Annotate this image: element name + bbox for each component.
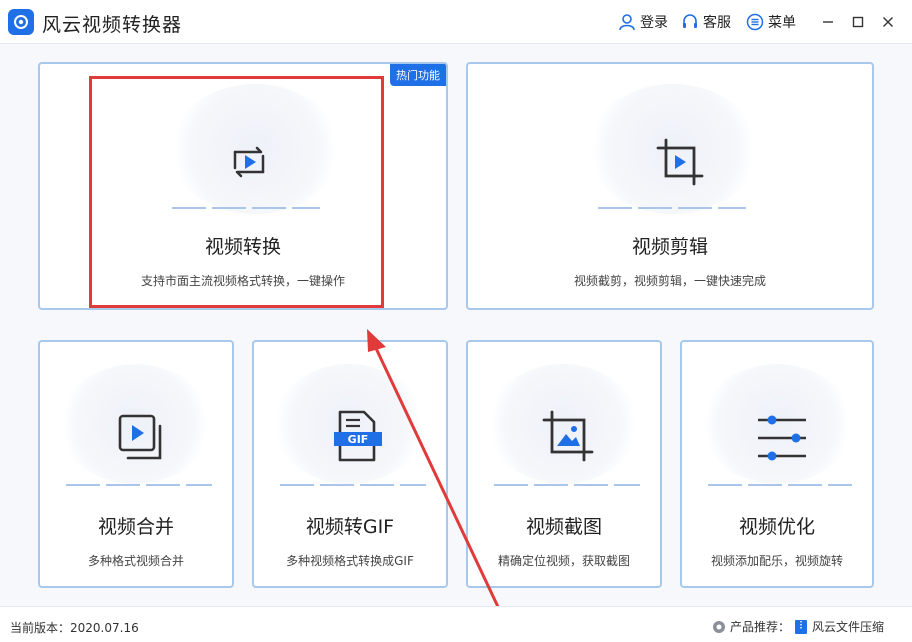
hot-feature-badge: 热门功能 <box>390 64 446 86</box>
merge-icon <box>118 414 162 460</box>
card-title: 视频合并 <box>97 516 174 538</box>
card-video-merge[interactable]: 视频合并 多种格式视频合并 <box>38 340 234 588</box>
card-divider <box>280 484 426 486</box>
gif-file-icon: GIF <box>334 410 382 462</box>
headset-icon <box>683 14 697 28</box>
promo-label: 产品推荐： <box>729 620 790 634</box>
card-video-convert[interactable]: 热门功能 视频转换 支持市面主流视频格式转换，一键操作 <box>38 62 448 310</box>
convert-icon <box>233 146 265 178</box>
card-divider <box>598 207 746 209</box>
status-bar: 当前版本：2020.07.16 产品推荐： 风云文件压缩 <box>0 606 912 642</box>
card-video-gif[interactable]: GIF 视频转GIF 多种视频格式转换成GIF <box>252 340 448 588</box>
version-text: 当前版本：2020.07.16 <box>10 621 139 635</box>
card-title: 视频转换 <box>204 236 281 258</box>
title-bar: 风云视频转换器 登录 客服 菜单 <box>0 0 912 44</box>
minimize-button[interactable] <box>818 12 838 32</box>
menu-icon <box>746 13 764 31</box>
card-divider <box>172 207 320 209</box>
card-video-edit[interactable]: 视频剪辑 视频截剪，视频剪辑，一键快速完成 <box>466 62 874 310</box>
card-video-optimize[interactable]: 视频优化 视频添加配乐，视频旋转 <box>680 340 874 588</box>
card-divider <box>66 484 212 486</box>
maximize-button[interactable] <box>848 12 868 32</box>
card-title: 视频优化 <box>738 516 815 538</box>
crop-video-icon <box>656 138 704 186</box>
main-area: 热门功能 视频转换 支持市面主流视频格式转换，一键操作 视频剪辑 视频截剪，视频… <box>0 44 912 606</box>
menu-label: 菜单 <box>768 15 796 31</box>
close-icon <box>883 17 893 27</box>
service-button[interactable]: 客服 <box>681 12 731 32</box>
card-description: 视频添加配乐，视频旋转 <box>710 554 843 568</box>
promo-product-link[interactable]: 风云文件压缩 <box>812 618 884 635</box>
login-label: 登录 <box>640 15 668 31</box>
minimize-icon <box>823 21 833 23</box>
globe-icon <box>712 620 725 633</box>
card-title: 视频转GIF <box>305 516 395 538</box>
card-description: 精确定位视频，获取截图 <box>497 554 630 568</box>
sliders-icon <box>758 415 806 461</box>
user-icon <box>619 14 635 31</box>
card-description: 支持市面主流视频格式转换，一键操作 <box>140 274 345 288</box>
maximize-icon <box>852 16 864 28</box>
card-divider <box>708 484 852 486</box>
login-button[interactable]: 登录 <box>618 12 668 32</box>
card-description: 多种格式视频合并 <box>87 554 184 568</box>
zip-file-icon <box>794 619 807 634</box>
card-title: 视频截图 <box>525 516 602 538</box>
card-description: 视频截剪，视频剪辑，一键快速完成 <box>573 274 766 288</box>
close-button[interactable] <box>878 12 898 32</box>
crop-image-icon <box>542 410 594 462</box>
card-video-screenshot[interactable]: 视频截图 精确定位视频，获取截图 <box>466 340 662 588</box>
service-label: 客服 <box>703 15 731 31</box>
card-title: 视频剪辑 <box>631 236 708 258</box>
menu-button[interactable]: 菜单 <box>746 12 796 32</box>
app-logo-icon <box>8 9 34 35</box>
card-description: 多种视频格式转换成GIF <box>286 554 414 568</box>
app-title: 风云视频转换器 <box>42 14 183 36</box>
svg-text:GIF: GIF <box>348 433 369 446</box>
card-divider <box>494 484 640 486</box>
product-recommendation[interactable]: 产品推荐： 风云文件压缩 <box>712 618 884 635</box>
